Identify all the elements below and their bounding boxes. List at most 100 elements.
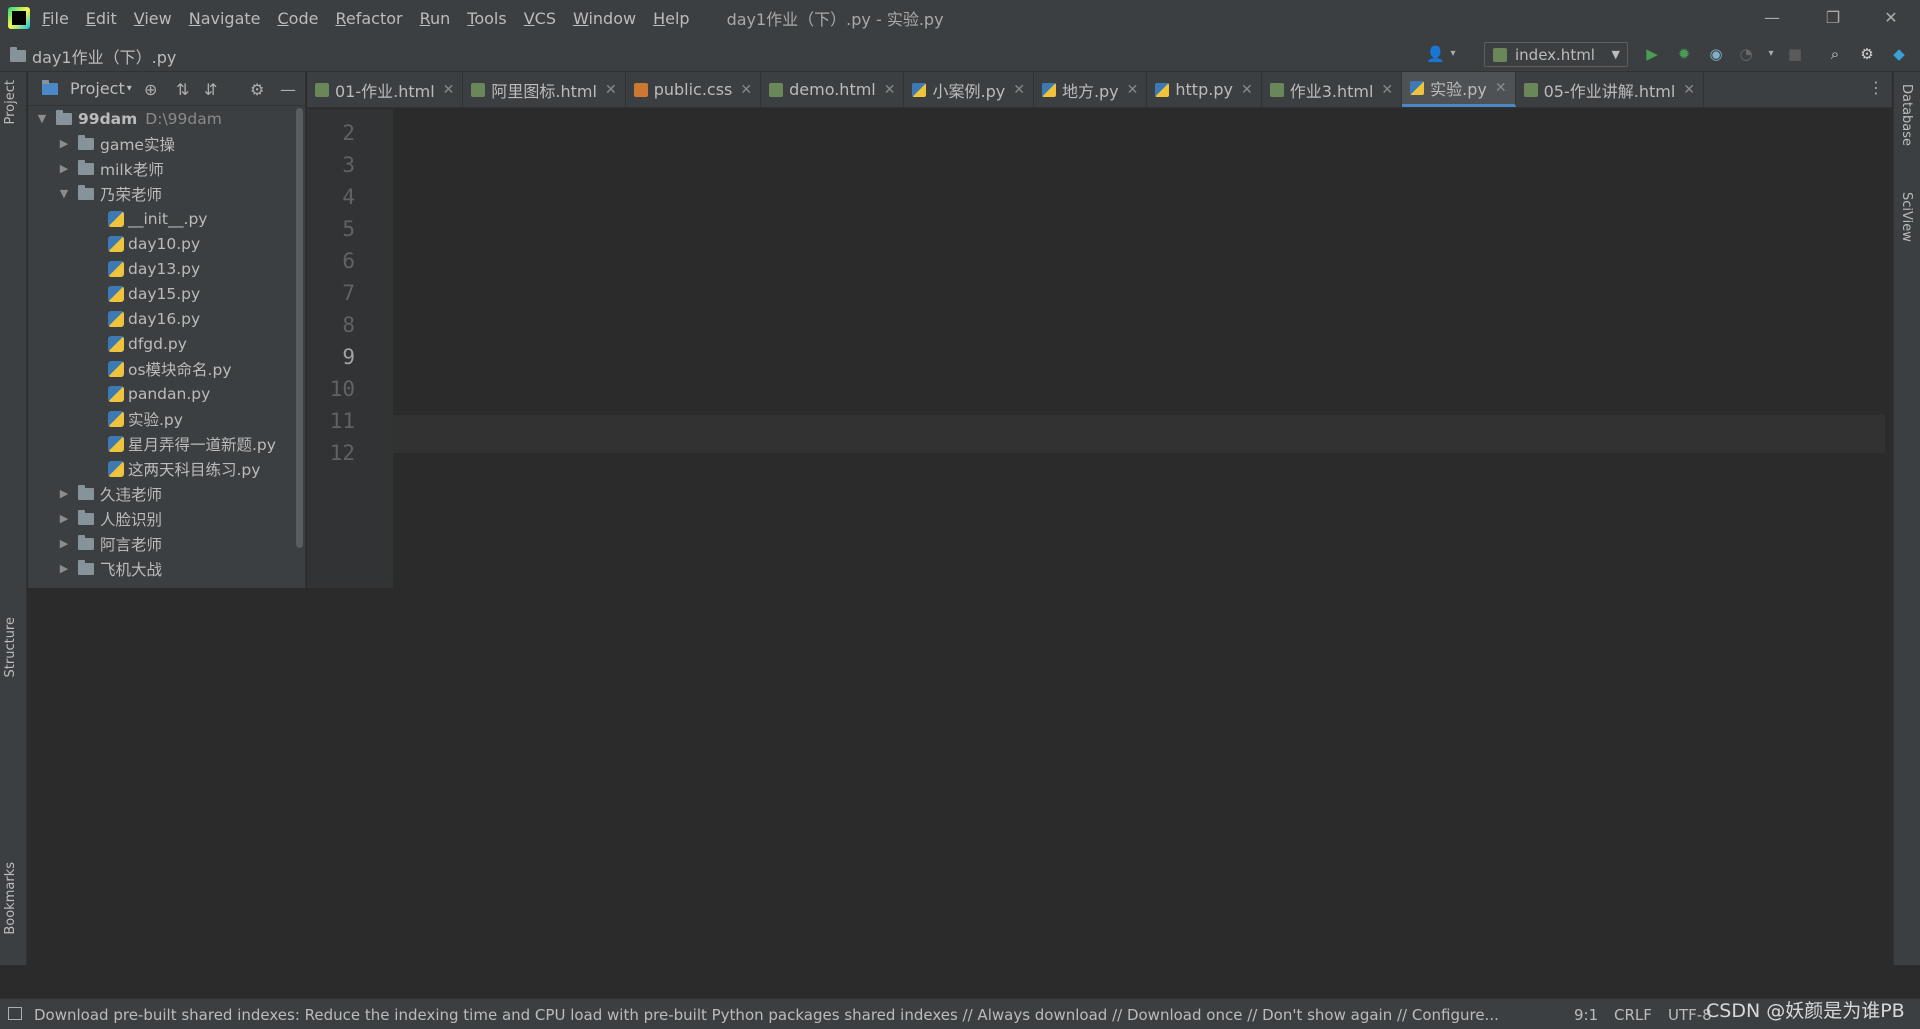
tree-item-face[interactable]: ▶ 人脸识别: [56, 506, 162, 531]
tree-file-pandan[interactable]: pandan.py: [108, 381, 210, 406]
tree-file-xingyue[interactable]: 星月弄得一道新题.py: [108, 431, 276, 456]
close-tab-icon[interactable]: ✕: [1683, 82, 1695, 98]
hide-panel-icon[interactable]: —: [280, 80, 296, 99]
chevron-down-icon[interactable]: ▾: [127, 83, 132, 94]
tree-file-day16[interactable]: day16.py: [108, 306, 200, 331]
menu-help[interactable]: Help: [651, 7, 691, 30]
tab-demo-html[interactable]: demo.html ✕: [761, 72, 905, 107]
tab-xiaoanli-py[interactable]: 小案例.py ✕: [904, 72, 1034, 107]
minimize-icon[interactable]: —: [1747, 0, 1797, 36]
close-tab-icon[interactable]: ✕: [1495, 80, 1507, 96]
user-dropdown-icon[interactable]: ▾: [1444, 45, 1462, 63]
close-tab-icon[interactable]: ✕: [1241, 82, 1253, 98]
tree-file-day15[interactable]: day15.py: [108, 281, 200, 306]
tab-05-jiangjie-html[interactable]: 05-作业讲解.html ✕: [1516, 72, 1704, 107]
tree-file-label: pandan.py: [128, 384, 211, 403]
tree-root-99dam[interactable]: ▼ 99dam D:\99dam: [34, 106, 222, 131]
line-number-gutter: 1 2 3 4 5 6 7 8 9 10 11 12: [307, 109, 393, 588]
close-tab-icon[interactable]: ✕: [1127, 82, 1139, 98]
menu-edit[interactable]: Edit: [84, 7, 119, 30]
close-window-icon[interactable]: ✕: [1866, 0, 1916, 36]
caret-position[interactable]: 9:1: [1574, 1006, 1598, 1024]
tree-file-lianxi[interactable]: 这两天科目练习.py: [108, 456, 260, 481]
menu-tools[interactable]: Tools: [465, 7, 508, 30]
menu-vcs[interactable]: VCS: [522, 7, 558, 30]
stop-icon[interactable]: ■: [1786, 45, 1804, 63]
search-icon[interactable]: ⌕: [1826, 45, 1844, 63]
python-file-icon: [108, 360, 124, 377]
close-tab-icon[interactable]: ✕: [1381, 82, 1393, 98]
menu-code[interactable]: Code: [276, 7, 321, 30]
tree-item-milk[interactable]: ▶ milk老师: [56, 156, 164, 181]
tab-zuoye3-html[interactable]: 作业3.html ✕: [1262, 72, 1403, 107]
restore-icon[interactable]: ❐: [1808, 0, 1858, 36]
tree-file-day13[interactable]: day13.py: [108, 256, 200, 281]
tree-file-label: day15.py: [128, 284, 201, 303]
tree-file-dfgd[interactable]: dfgd.py: [108, 331, 187, 356]
close-tab-icon[interactable]: ✕: [884, 82, 896, 98]
sciview-tool-tab[interactable]: SciView: [1899, 192, 1914, 242]
tool-windows-toggle-icon[interactable]: [8, 1007, 22, 1020]
menu-view[interactable]: View: [132, 7, 174, 30]
chevron-right-icon: ▶: [59, 512, 69, 525]
tree-item-ayan[interactable]: ▶ 阿言老师: [56, 531, 162, 556]
structure-tool-tab[interactable]: Structure: [3, 617, 18, 677]
project-view-select[interactable]: Project: [70, 79, 125, 98]
line-number: 4: [342, 185, 355, 209]
python-file-icon: [108, 260, 124, 277]
more-run-options-icon[interactable]: ▾: [1762, 45, 1780, 63]
gear-icon[interactable]: ⚙: [250, 80, 264, 99]
collapse-all-icon[interactable]: ⇵: [204, 80, 217, 99]
tab-label: demo.html: [789, 80, 876, 99]
breadcrumb-label: day1作业（下）.py: [32, 48, 177, 67]
tab-01-zuoye-html[interactable]: 01-作业.html ✕: [307, 72, 464, 107]
close-tab-icon[interactable]: ✕: [740, 82, 752, 98]
menu-window[interactable]: Window: [571, 7, 638, 30]
project-tool-tab[interactable]: Project: [3, 80, 18, 124]
tab-options-icon[interactable]: ⋮: [1868, 78, 1884, 97]
close-tab-icon[interactable]: ✕: [443, 82, 455, 98]
tree-file-day10[interactable]: day10.py: [108, 231, 200, 256]
user-icon[interactable]: 👤: [1426, 45, 1445, 63]
breadcrumb[interactable]: day1作业（下）.py: [10, 44, 176, 68]
database-tool-tab[interactable]: Database: [1899, 84, 1914, 146]
toolbox-icon[interactable]: ◆: [1890, 45, 1908, 63]
tree-file-init[interactable]: __init__.py: [108, 206, 207, 231]
tab-http-py[interactable]: http.py ✕: [1147, 72, 1262, 107]
folder-icon: [56, 109, 72, 125]
tree-item-nairong[interactable]: ▼ 乃荣老师: [56, 181, 162, 206]
run-icon[interactable]: ▶: [1643, 45, 1661, 63]
project-panel: Project ▾ ⊕ ⇅ ⇵ ⚙ — ▼ 99dam D:\99dam ▶ g…: [28, 72, 306, 588]
folder-icon: [78, 559, 94, 575]
close-tab-icon[interactable]: ✕: [605, 82, 617, 98]
close-tab-icon[interactable]: ✕: [1013, 82, 1025, 98]
tree-item-jiuwei[interactable]: ▶ 久违老师: [56, 481, 162, 506]
project-scrollbar[interactable]: [296, 108, 303, 548]
bookmarks-tool-tab[interactable]: Bookmarks: [3, 862, 18, 935]
settings-icon[interactable]: ⚙: [1858, 45, 1876, 63]
menu-file[interactable]: File: [40, 7, 71, 30]
run-configuration-select[interactable]: index.html ▼: [1484, 42, 1628, 67]
tab-alibaba-icons-html[interactable]: 阿里图标.html ✕: [463, 72, 626, 107]
menu-refactor[interactable]: Refactor: [333, 7, 404, 30]
code-editor[interactable]: 1 2 3 4 5 6 7 8 9 10 11 12: [307, 109, 1892, 588]
tab-public-css[interactable]: public.css ✕: [626, 72, 762, 107]
locate-file-icon[interactable]: ⊕: [144, 80, 157, 99]
tab-difang-py[interactable]: 地方.py ✕: [1034, 72, 1148, 107]
tree-item-game[interactable]: ▶ game实操: [56, 131, 175, 156]
tree-item-label: 飞机大战: [100, 560, 163, 579]
coverage-icon[interactable]: ◉: [1707, 45, 1725, 63]
folder-icon: [10, 47, 26, 62]
tree-file-os[interactable]: os模块命名.py: [108, 356, 232, 381]
debug-icon[interactable]: ✹: [1675, 45, 1693, 63]
status-message[interactable]: Download pre-built shared indexes: Reduc…: [34, 1006, 1499, 1024]
menu-run[interactable]: Run: [418, 7, 453, 30]
tab-shiyan-py[interactable]: 实验.py ✕: [1402, 72, 1516, 107]
profile-icon[interactable]: ◔: [1737, 45, 1755, 63]
html-file-icon: [1523, 82, 1538, 97]
tree-item-plane[interactable]: ▶ 飞机大战: [56, 556, 162, 581]
line-separator[interactable]: CRLF: [1614, 1006, 1652, 1024]
expand-all-icon[interactable]: ⇅: [176, 80, 189, 99]
menu-navigate[interactable]: Navigate: [187, 7, 263, 30]
tree-file-shiyan[interactable]: 实验.py: [108, 406, 183, 431]
